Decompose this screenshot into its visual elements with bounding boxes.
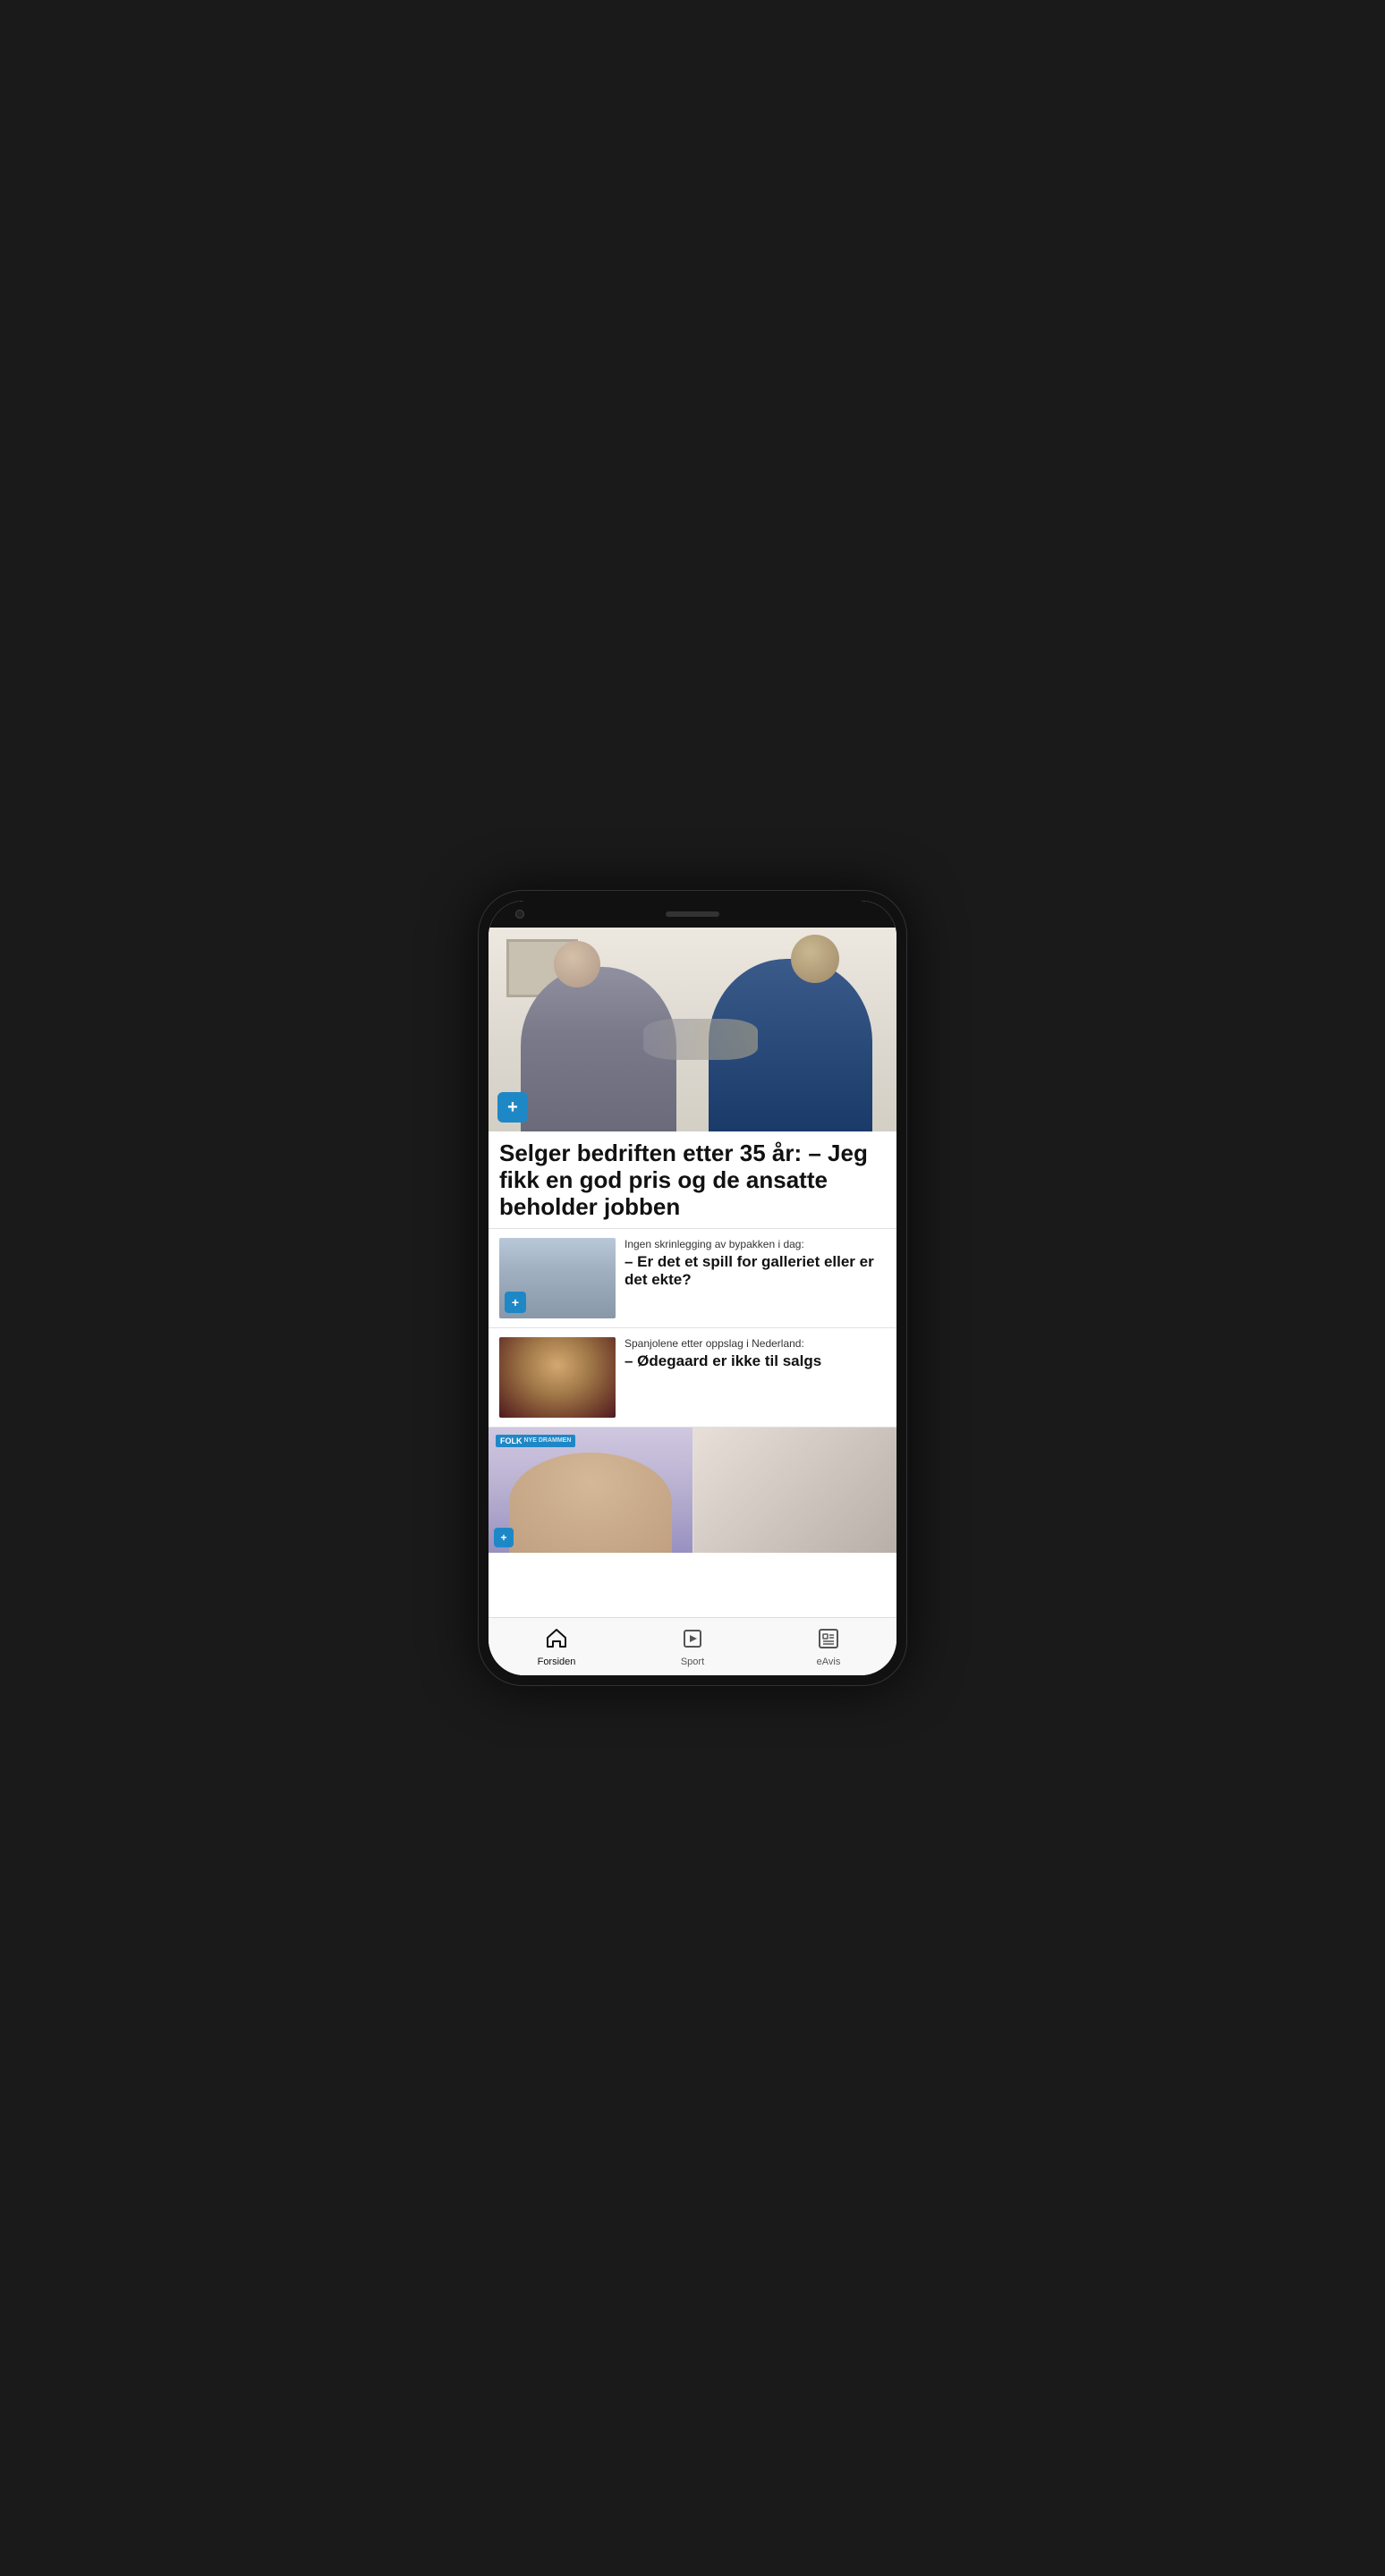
grid1-plus-badge: + bbox=[494, 1528, 514, 1547]
hero-scene bbox=[489, 926, 896, 1131]
article-kicker-1: Ingen skrinlegging av bypakken i dag: bbox=[625, 1238, 886, 1250]
sport-icon bbox=[681, 1627, 704, 1655]
article-text-1: Ingen skrinlegging av bypakken i dag: – … bbox=[625, 1238, 886, 1290]
folk-brand: FOLK bbox=[500, 1436, 523, 1445]
grid-thumb-2 bbox=[693, 1428, 897, 1553]
nav-forsiden-label: Forsiden bbox=[538, 1657, 576, 1667]
folk-badge: FOLK NYE DRAMMEN bbox=[496, 1435, 575, 1447]
article1-plus-badge: + bbox=[505, 1292, 526, 1313]
thumb-soccer-image bbox=[499, 1337, 616, 1418]
main-headline[interactable]: Selger bedriften etter 35 år: – Jeg fikk… bbox=[489, 1131, 896, 1228]
grid-article-1[interactable]: FOLK NYE DRAMMEN + bbox=[489, 1428, 693, 1553]
folk-brand-sub: NYE DRAMMEN bbox=[524, 1437, 572, 1444]
nav-sport[interactable]: Sport bbox=[625, 1627, 760, 1667]
phone-top-bar bbox=[489, 901, 896, 928]
hero-image[interactable]: + bbox=[489, 926, 896, 1131]
nav-sport-label: Sport bbox=[681, 1657, 704, 1667]
bottom-nav: Forsiden Sport bbox=[489, 1617, 896, 1675]
article-text-2: Spanjolene etter oppslag i Nederland: – … bbox=[625, 1337, 886, 1370]
article-item-2[interactable]: Spanjolene etter oppslag i Nederland: – … bbox=[489, 1327, 896, 1427]
article-thumb-1: + bbox=[499, 1238, 616, 1318]
nav-eavis[interactable]: eAvis bbox=[760, 1627, 896, 1667]
article-grid: FOLK NYE DRAMMEN + bbox=[489, 1427, 896, 1617]
article-thumb-2 bbox=[499, 1337, 616, 1418]
home-icon bbox=[545, 1627, 568, 1655]
main-headline-text: Selger bedriften etter 35 år: – Jeg fikk… bbox=[499, 1140, 886, 1221]
hero-plus-badge: + bbox=[497, 1092, 528, 1123]
camera-dot bbox=[515, 910, 524, 919]
nav-forsiden[interactable]: Forsiden bbox=[489, 1627, 625, 1667]
article-title-1: – Er det et spill for galleriet eller er… bbox=[625, 1253, 886, 1290]
grid-thumb-1: FOLK NYE DRAMMEN + bbox=[489, 1428, 692, 1553]
grid-article-2[interactable] bbox=[693, 1428, 897, 1553]
screen: 1:54 bbox=[489, 901, 896, 1675]
article-kicker-2: Spanjolene etter oppslag i Nederland: bbox=[625, 1337, 886, 1350]
phone-inner: 1:54 bbox=[489, 901, 896, 1675]
person-left-head bbox=[554, 941, 600, 987]
article-title-2: – Ødegaard er ikke til salgs bbox=[625, 1352, 886, 1370]
handshake-area bbox=[643, 1019, 758, 1060]
eavis-icon bbox=[817, 1627, 840, 1655]
nav-eavis-label: eAvis bbox=[817, 1657, 841, 1667]
phone-frame: 1:54 bbox=[478, 890, 907, 1686]
content-area: + Selger bedriften etter 35 år: – Jeg fi… bbox=[489, 926, 896, 1617]
speaker bbox=[666, 911, 719, 917]
article-item-1[interactable]: + Ingen skrinlegging av bypakken i dag: … bbox=[489, 1228, 896, 1327]
person-woman bbox=[509, 1453, 672, 1553]
